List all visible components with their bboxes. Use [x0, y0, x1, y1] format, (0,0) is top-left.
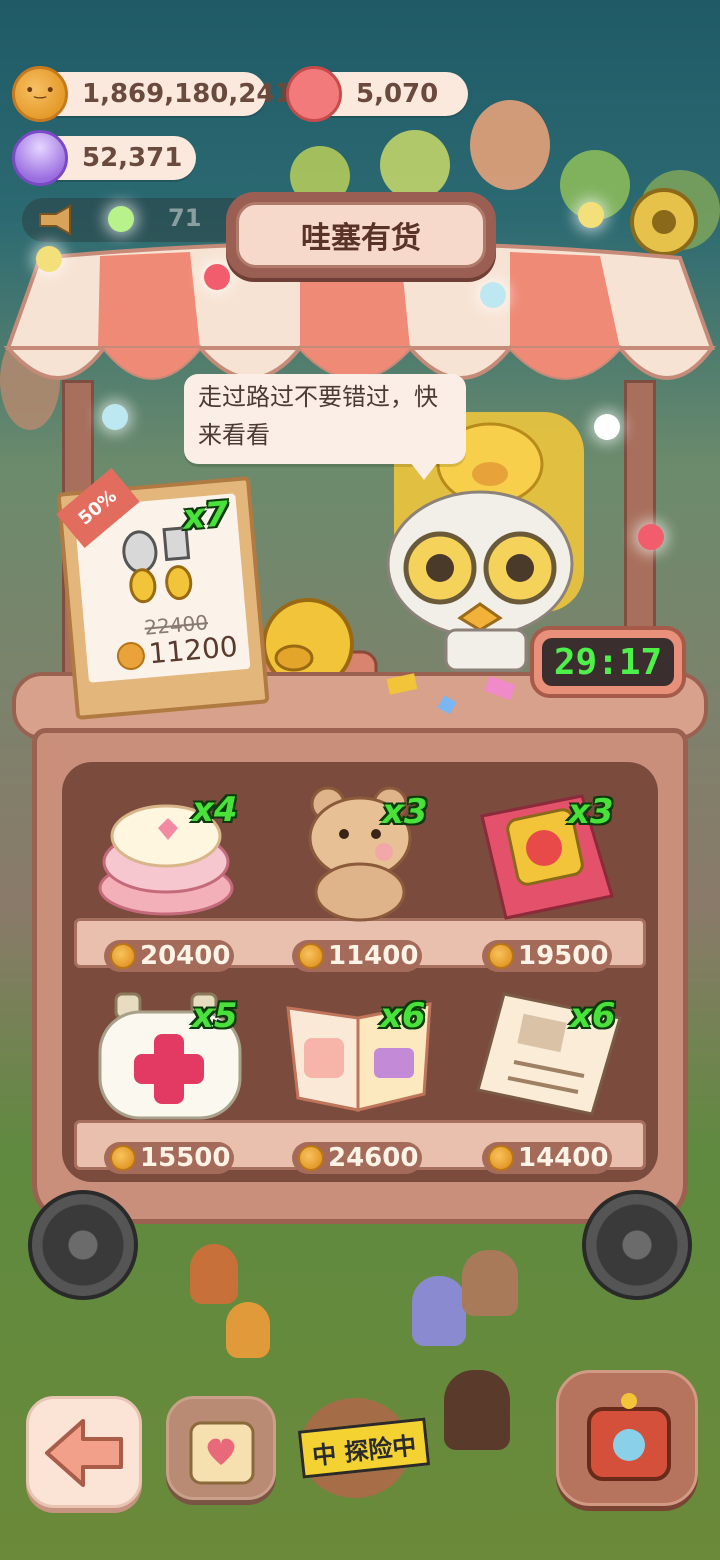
item-quantity: x5 [192, 996, 238, 1036]
gem-counter: 52,371 [0, 118, 196, 198]
item-price-tag: 19500 [482, 940, 612, 972]
shop-item-cake[interactable]: x4 [96, 788, 246, 918]
megaphone-icon [39, 204, 71, 236]
item-quantity: x3 [568, 792, 614, 832]
cart-wheel-left [28, 1190, 138, 1300]
light-bulb-icon [480, 282, 506, 308]
cookie-coin-icon [488, 943, 514, 969]
light-bulb-icon [638, 524, 664, 550]
item-price-tag: 24600 [292, 1142, 422, 1174]
item-price: 24600 [328, 1143, 419, 1173]
cookie-counter: 1,869,180,241 [12, 66, 293, 122]
featured-quantity: x7 [181, 494, 231, 538]
item-price: 14400 [518, 1143, 609, 1173]
featured-price: 11200 [147, 629, 239, 671]
item-price: 20400 [140, 941, 231, 971]
item-quantity: x6 [570, 996, 616, 1036]
item-quantity: x6 [380, 996, 426, 1036]
light-bulb-icon [204, 264, 230, 290]
event-count: 71 [168, 204, 202, 232]
item-quantity: x3 [382, 792, 428, 832]
item-price: 11400 [328, 941, 419, 971]
cookie-count: 1,869,180,241 [82, 79, 293, 109]
light-bulb-icon [578, 202, 604, 228]
theater-icon [587, 1393, 671, 1481]
timer-display: 29:17 [542, 638, 674, 686]
shop-item-newspaper[interactable]: x6 [474, 990, 624, 1120]
gem-icon [0, 118, 80, 198]
stall-title: 哇塞有货 [236, 202, 486, 268]
light-bulb-icon [108, 206, 134, 232]
cookie-coin-icon [110, 943, 136, 969]
item-price: 15500 [140, 1143, 231, 1173]
cookie-coin-icon [110, 1145, 136, 1171]
diary-icon [189, 1421, 255, 1485]
featured-price-row: 11200 [115, 629, 239, 673]
stall-sign: 哇塞有货 [226, 192, 496, 278]
back-button[interactable] [26, 1396, 142, 1508]
shop-item-first-aid-kit[interactable]: x5 [96, 990, 246, 1120]
candle-counter: 5,070 [286, 66, 468, 122]
cookie-coin-icon [298, 943, 324, 969]
cookie-coin-icon [115, 640, 147, 671]
cookie-coin-icon [488, 1145, 514, 1171]
candle-count: 5,070 [356, 79, 439, 109]
candle-icon [286, 66, 342, 122]
cart-wheel-right [582, 1190, 692, 1300]
cookie-icon [12, 66, 68, 122]
cookie-coin-icon [298, 1145, 324, 1171]
restock-timer: 29:17 [530, 626, 686, 698]
gem-count: 52,371 [82, 143, 183, 173]
item-price-tag: 20400 [104, 940, 234, 972]
light-bulb-icon [36, 246, 62, 272]
arrow-left-icon [45, 1419, 123, 1487]
theater-button[interactable] [556, 1370, 698, 1506]
speech-bubble: 走过路过不要错过，快来看看 [184, 374, 466, 480]
item-price-tag: 11400 [292, 940, 422, 972]
light-bulb-icon [102, 404, 128, 430]
item-price: 19500 [518, 941, 609, 971]
shop-item-magazine[interactable]: x6 [284, 996, 434, 1128]
item-price-tag: 15500 [104, 1142, 234, 1174]
shop-item-teddy-bear[interactable]: x3 [286, 782, 436, 922]
shop-item-storybook[interactable]: x3 [472, 786, 622, 920]
diary-button[interactable] [166, 1396, 276, 1500]
item-price-tag: 14400 [482, 1142, 612, 1174]
item-quantity: x4 [192, 790, 238, 830]
